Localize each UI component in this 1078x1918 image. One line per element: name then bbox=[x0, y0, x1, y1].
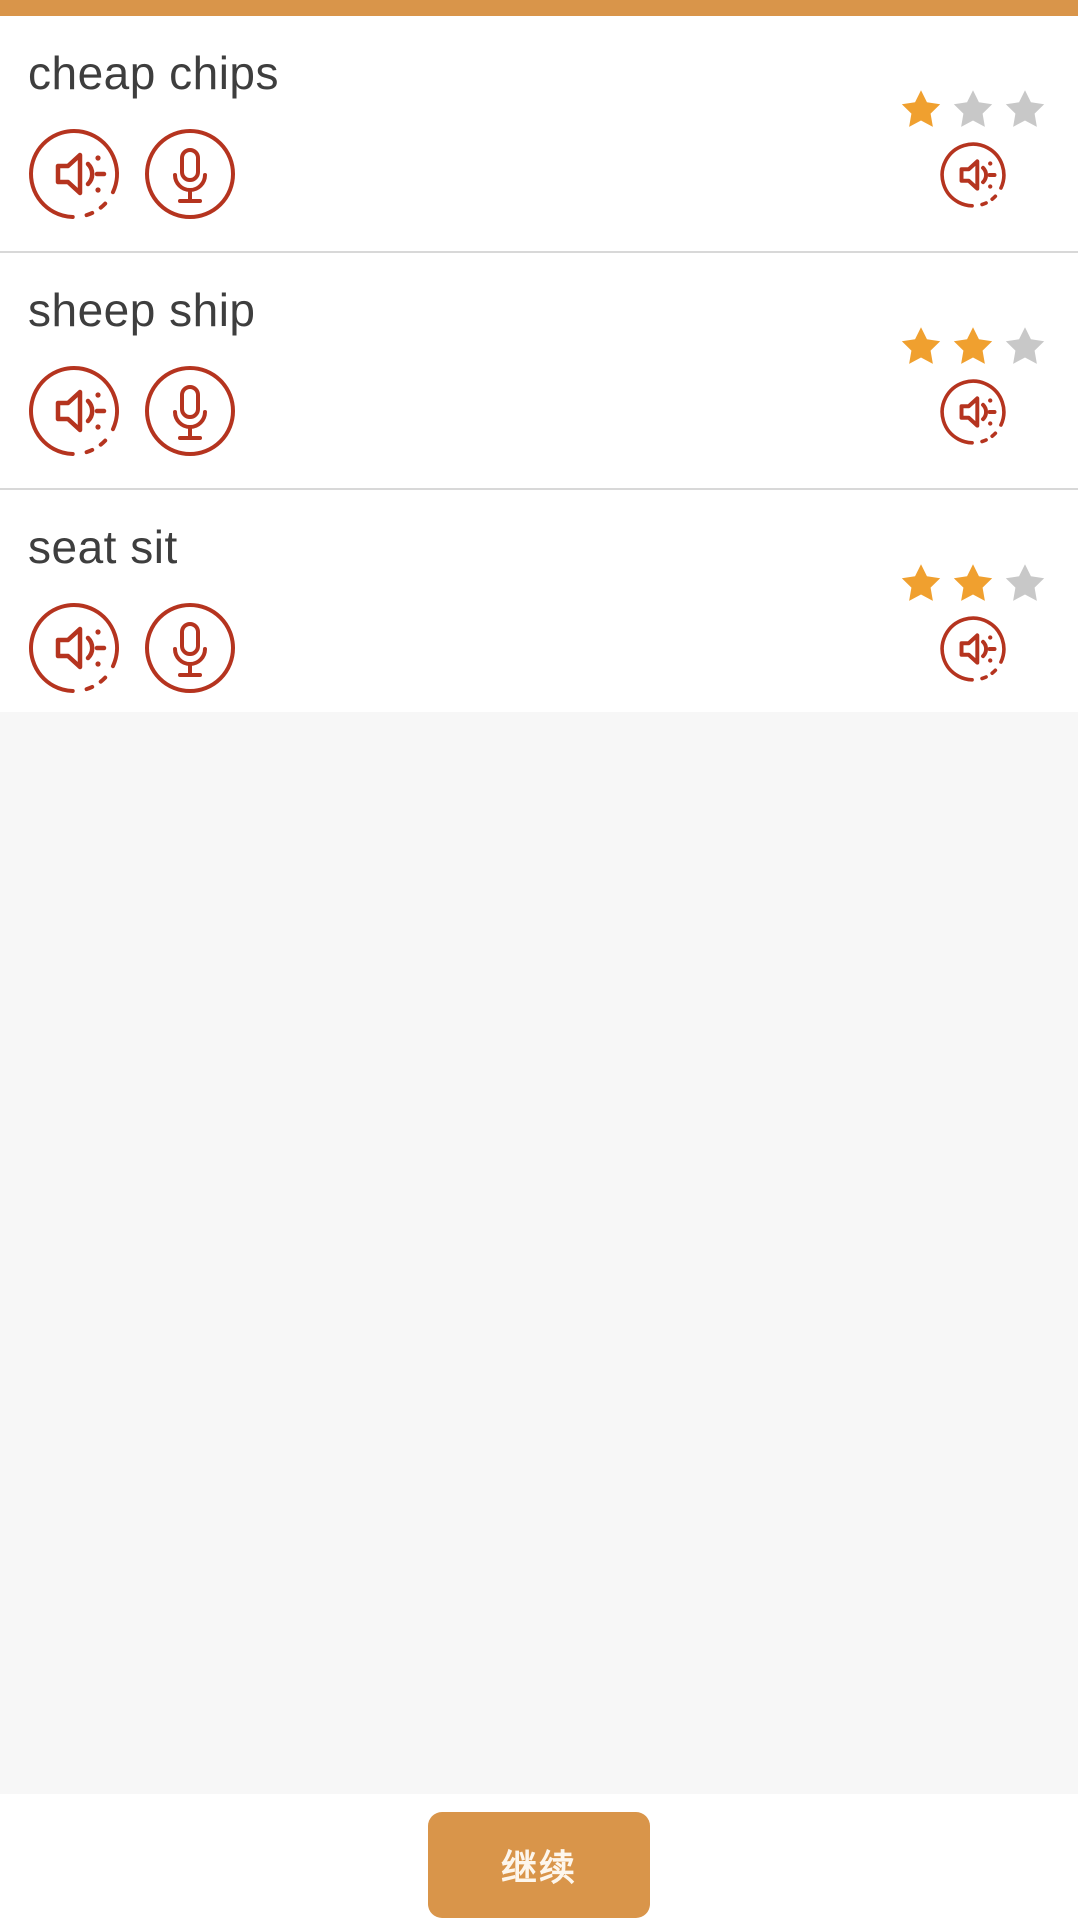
row-left-section: sheep ship bbox=[28, 253, 628, 457]
star-icon-graphic bbox=[953, 327, 993, 364]
speaker-icon-graphic bbox=[28, 366, 119, 456]
microphone-icon bbox=[144, 128, 236, 220]
star-rating bbox=[898, 86, 1048, 132]
microphone-icon bbox=[144, 365, 236, 457]
word-pair-row: sheep ship bbox=[0, 253, 1078, 490]
word-pair-label: seat sit bbox=[28, 521, 178, 573]
record-button[interactable] bbox=[144, 365, 236, 457]
speaker-icon bbox=[28, 365, 120, 457]
star-filled-icon bbox=[950, 323, 996, 369]
microphone-icon-graphic bbox=[145, 603, 235, 693]
row-left-section: seat sit bbox=[28, 490, 628, 694]
speaker-icon bbox=[940, 615, 1006, 687]
star-filled-icon bbox=[898, 560, 944, 606]
listen-button[interactable] bbox=[28, 128, 120, 220]
row-action-icons bbox=[28, 128, 628, 220]
star-filled-icon bbox=[898, 323, 944, 369]
word-pair-row: cheap chips bbox=[0, 16, 1078, 253]
playback-recording-button[interactable] bbox=[940, 378, 1006, 450]
listen-button[interactable] bbox=[28, 602, 120, 694]
speaker-icon bbox=[28, 128, 120, 220]
playback-recording-button[interactable] bbox=[940, 615, 1006, 687]
star-icon-graphic bbox=[901, 327, 941, 364]
speaker-icon-graphic bbox=[940, 378, 1006, 445]
star-icon-graphic bbox=[953, 90, 993, 127]
row-right-section bbox=[898, 560, 1048, 684]
word-pair-label: sheep ship bbox=[28, 284, 256, 336]
microphone-icon-graphic bbox=[145, 366, 235, 456]
star-rating bbox=[898, 323, 1048, 369]
star-rating bbox=[898, 560, 1048, 606]
record-button[interactable] bbox=[144, 602, 236, 694]
row-right-section bbox=[898, 86, 1048, 210]
content-filler bbox=[0, 712, 1078, 1794]
star-empty-icon bbox=[1002, 560, 1048, 606]
star-icon-graphic bbox=[953, 564, 993, 601]
playback-recording-button[interactable] bbox=[940, 141, 1006, 213]
footer-bar: 继续 bbox=[0, 1794, 1078, 1918]
microphone-icon-graphic bbox=[145, 129, 235, 219]
star-icon-graphic bbox=[1005, 90, 1045, 127]
row-action-icons bbox=[28, 602, 628, 694]
star-empty-icon bbox=[1002, 323, 1048, 369]
speaker-icon bbox=[940, 141, 1006, 213]
record-button[interactable] bbox=[144, 128, 236, 220]
star-empty-icon bbox=[950, 86, 996, 132]
star-filled-icon bbox=[898, 86, 944, 132]
microphone-icon bbox=[144, 602, 236, 694]
speaker-icon bbox=[940, 378, 1006, 450]
word-pair-list: cheap chips sheep ship seat sit bbox=[0, 16, 1078, 712]
star-filled-icon bbox=[950, 560, 996, 606]
speaker-icon-graphic bbox=[28, 603, 119, 693]
row-right-section bbox=[898, 323, 1048, 447]
continue-button[interactable]: 继续 bbox=[428, 1812, 650, 1918]
star-icon-graphic bbox=[901, 564, 941, 601]
star-icon-graphic bbox=[1005, 564, 1045, 601]
word-pair-row: seat sit bbox=[0, 490, 1078, 712]
star-icon-graphic bbox=[1005, 327, 1045, 364]
word-pair-label: cheap chips bbox=[28, 47, 279, 99]
row-left-section: cheap chips bbox=[28, 16, 628, 220]
progress-bar bbox=[0, 0, 1078, 16]
star-icon-graphic bbox=[901, 90, 941, 127]
star-empty-icon bbox=[1002, 86, 1048, 132]
speaker-icon bbox=[28, 602, 120, 694]
speaker-icon-graphic bbox=[28, 129, 119, 219]
speaker-icon-graphic bbox=[940, 141, 1006, 208]
listen-button[interactable] bbox=[28, 365, 120, 457]
row-action-icons bbox=[28, 365, 628, 457]
speaker-icon-graphic bbox=[940, 615, 1006, 682]
app-root: cheap chips sheep ship seat sit 继续 bbox=[0, 0, 1078, 1918]
